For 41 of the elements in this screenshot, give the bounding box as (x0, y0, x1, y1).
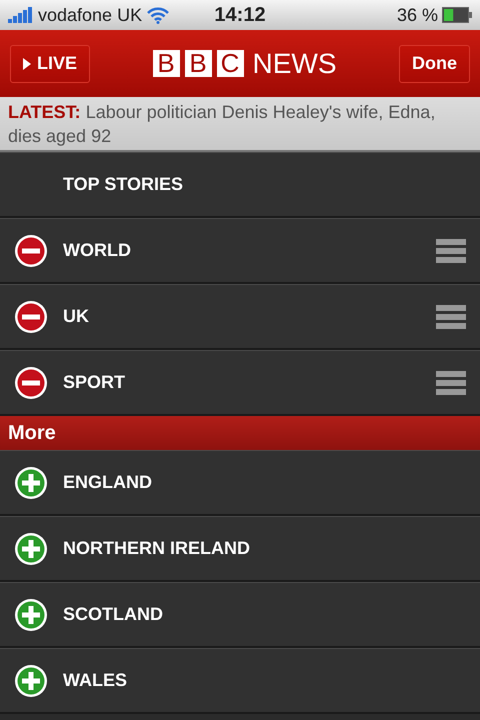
add-icon[interactable] (14, 532, 48, 566)
section-row[interactable]: TOP STORIES (0, 152, 480, 218)
clock: 14:12 (214, 4, 266, 26)
section-label: ENGLAND (63, 472, 153, 493)
battery-percent: 36 % (396, 4, 438, 26)
remove-icon[interactable] (14, 300, 48, 334)
section-row[interactable]: SPORT (0, 350, 480, 416)
done-button[interactable]: Done (398, 44, 470, 82)
logo-letter: B (152, 50, 180, 77)
section-label: NORTHERN IRELAND (63, 538, 251, 559)
section-label: TOP STORIES (63, 174, 184, 195)
section-row[interactable]: WORLD (0, 218, 480, 284)
wifi-icon (146, 6, 170, 24)
section-label: WALES (63, 670, 128, 691)
section-row[interactable]: WALES (0, 648, 480, 714)
remove-icon[interactable] (14, 366, 48, 400)
reorder-icon[interactable] (436, 304, 466, 328)
section-row[interactable]: SCOTLAND (0, 582, 480, 648)
section-label: SCOTLAND (63, 604, 164, 625)
signal-icon (8, 7, 34, 23)
section-header: More (0, 416, 480, 450)
logo-word: NEWS (252, 48, 336, 80)
logo-letter: B (184, 50, 212, 77)
remove-icon[interactable] (14, 234, 48, 268)
add-icon[interactable] (14, 664, 48, 698)
carrier-name: vodafone UK (38, 4, 142, 26)
section-label: SPORT (63, 372, 126, 393)
live-button[interactable]: LIVE (10, 44, 90, 82)
section-label: WORLD (63, 240, 132, 261)
section-row[interactable]: ENGLAND (0, 450, 480, 516)
battery-icon (442, 7, 472, 23)
section-label: UK (63, 306, 90, 327)
add-icon[interactable] (14, 466, 48, 500)
logo-letter: C (216, 50, 244, 77)
add-icon[interactable] (14, 598, 48, 632)
latest-news[interactable]: LATEST: Labour politician Denis Healey's wife, Edna, dies aged 92 (0, 97, 480, 152)
section-row[interactable]: NORTHERN IRELAND (0, 516, 480, 582)
section-row[interactable]: UK (0, 284, 480, 350)
reorder-icon[interactable] (436, 370, 466, 394)
reorder-icon[interactable] (436, 238, 466, 262)
play-icon (23, 58, 31, 70)
